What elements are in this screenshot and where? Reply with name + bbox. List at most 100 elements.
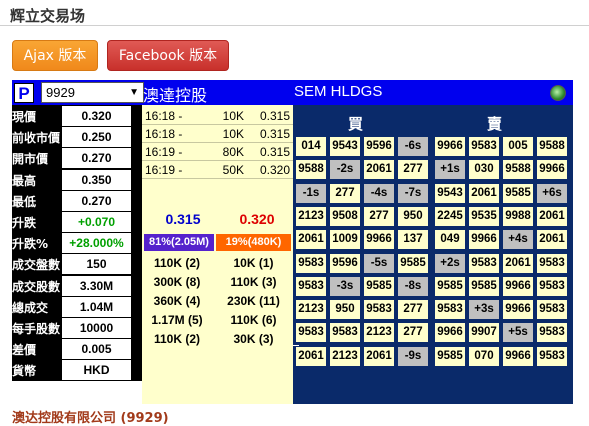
broker-cell: 2061 bbox=[537, 230, 567, 250]
stock-name-english: SEM HLDGS bbox=[294, 83, 383, 100]
queue-bid: 110K (2) bbox=[153, 332, 201, 346]
stat-row: 總成交 1.04M bbox=[12, 296, 142, 318]
stat-label: 總成交 bbox=[12, 300, 49, 315]
broker-cell: 049 bbox=[435, 230, 465, 250]
stat-row: 差價 0.005 bbox=[12, 338, 142, 360]
broker-cell: 9966 bbox=[537, 160, 567, 180]
stat-value: 0.270 bbox=[62, 190, 131, 211]
stock-name-chinese: 澳達控股 bbox=[143, 86, 208, 105]
ask-percent-bar: 19%(480K) bbox=[216, 234, 291, 251]
stats-panel: 現價 0.320 前收市價 0.250 開市價 0.270 最高 0.350 最低 0.270 升跌… bbox=[12, 105, 142, 381]
order-queue-row: 300K (8) 110K (3) bbox=[142, 275, 293, 293]
broker-cell: 9585 bbox=[398, 253, 428, 273]
stat-label: 成交股數 bbox=[12, 279, 61, 294]
chevron-down-icon: ▼ bbox=[129, 87, 139, 98]
stat-row: 最高 0.350 bbox=[12, 169, 142, 191]
stat-value: 0.005 bbox=[62, 339, 131, 360]
broker-cell: 9583 bbox=[537, 253, 567, 273]
stat-value: 0.320 bbox=[62, 106, 131, 126]
tick-time: 16:18 - bbox=[145, 109, 183, 123]
order-queue-row: 110K (2) 10K (1) bbox=[142, 256, 293, 274]
spread-cell: +6s bbox=[537, 183, 567, 203]
broker-cell: 2061 bbox=[364, 160, 394, 180]
broker-queue: 買 賣 014 9543 9596 -6s 9966 9583 005 9588 9588 -2s… bbox=[293, 105, 573, 404]
trade-panel: 0.315 0.320 81%(2.05M) 19%(480K) 16:18 -… bbox=[142, 105, 293, 404]
quote-header-bar: P 9929 ▼ 澳達控股 SEM HLDGS bbox=[12, 80, 573, 105]
queue-ask: 110K (3) bbox=[230, 275, 277, 289]
stat-value: +28.000% bbox=[62, 233, 131, 254]
ask-queue-header: 賣 bbox=[487, 115, 503, 133]
broker-cell: 9583 bbox=[435, 300, 465, 320]
broker-cell: 9583 bbox=[537, 323, 567, 343]
broker-cell: 9585 bbox=[469, 276, 499, 296]
broker-cell: 137 bbox=[398, 230, 428, 250]
broker-cell: 1009 bbox=[330, 230, 360, 250]
title-divider bbox=[0, 25, 589, 26]
spread-cell: -5s bbox=[364, 253, 394, 273]
broker-cell: 9966 bbox=[469, 230, 499, 250]
stat-row: 開市價 0.270 bbox=[12, 147, 142, 169]
spread-cell: -7s bbox=[398, 183, 428, 203]
bid-queue-header: 買 bbox=[348, 115, 364, 133]
bid-price: 0.315 bbox=[165, 211, 201, 227]
queue-bid: 300K (8) bbox=[153, 275, 201, 289]
broker-cell: 9543 bbox=[330, 137, 360, 156]
stat-label: 開市價 bbox=[12, 152, 49, 167]
status-indicator-icon bbox=[550, 85, 566, 101]
tick-price: 0.320 bbox=[259, 163, 290, 177]
broker-cell: 277 bbox=[398, 300, 428, 320]
tick-volume: 10K bbox=[222, 109, 244, 123]
broker-cell: 9588 bbox=[537, 137, 567, 156]
spread-cell: -6s bbox=[398, 137, 428, 156]
broker-cell: 9583 bbox=[469, 137, 499, 156]
stock-code-select[interactable]: 9929 ▼ bbox=[41, 82, 144, 103]
broker-cell: 070 bbox=[469, 346, 499, 366]
broker-cell: 9966 bbox=[435, 137, 465, 156]
broker-cell: 2123 bbox=[364, 323, 394, 343]
stat-label: 前收市價 bbox=[12, 131, 61, 146]
broker-cell: 9596 bbox=[364, 137, 394, 156]
queue-ask: 30K (3) bbox=[233, 332, 274, 346]
facebook-version-button[interactable]: Facebook 版本 bbox=[107, 40, 229, 71]
broker-cell: 277 bbox=[398, 323, 428, 343]
broker-cell: 9543 bbox=[435, 183, 465, 203]
stat-label: 升跌% bbox=[12, 237, 49, 252]
spread-cell: -8s bbox=[398, 276, 428, 296]
broker-cell: 2061 bbox=[469, 183, 499, 203]
spread-cell: -3s bbox=[330, 276, 360, 296]
broker-cell: 9583 bbox=[330, 323, 360, 343]
broker-cell: 2123 bbox=[330, 346, 360, 366]
broker-cell: 9585 bbox=[435, 276, 465, 296]
stat-row: 升跌 +0.070 bbox=[12, 211, 142, 233]
ask-price: 0.320 bbox=[239, 211, 275, 227]
phillip-logo-icon: P bbox=[14, 83, 34, 103]
stat-row: 成交股數 3.30M bbox=[12, 275, 142, 297]
broker-cell: 9966 bbox=[364, 230, 394, 250]
broker-cell: 2061 bbox=[364, 346, 394, 366]
broker-cell: 9583 bbox=[469, 253, 499, 273]
stat-value: 3.30M bbox=[62, 275, 131, 296]
stat-label: 成交盤數 bbox=[12, 258, 61, 273]
broker-cell: 005 bbox=[503, 137, 533, 156]
broker-cell: 950 bbox=[330, 300, 360, 320]
spread-cell: -4s bbox=[364, 183, 394, 203]
broker-cell: 2061 bbox=[296, 346, 326, 366]
tick-price: 0.315 bbox=[259, 109, 290, 123]
stat-label: 貨幣 bbox=[12, 364, 37, 379]
spread-cell: -1s bbox=[296, 183, 326, 203]
stat-row: 前收市價 0.250 bbox=[12, 126, 142, 148]
stat-value: HKD bbox=[62, 360, 131, 381]
broker-cell: 2061 bbox=[537, 206, 567, 226]
queue-ask: 10K (1) bbox=[233, 256, 274, 270]
tick-volume: 50K bbox=[222, 163, 244, 177]
broker-cell: 950 bbox=[398, 206, 428, 226]
broker-cell: 9588 bbox=[296, 160, 326, 180]
ajax-version-button[interactable]: Ajax 版本 bbox=[12, 40, 98, 71]
queue-ask: 110K (6) bbox=[230, 313, 277, 327]
stat-label: 升跌 bbox=[12, 216, 37, 230]
broker-cell: 277 bbox=[398, 160, 428, 180]
broker-cell: 2123 bbox=[296, 206, 326, 226]
trade-tick-row: 16:19 - 80K 0.315 bbox=[142, 143, 293, 161]
queue-bid: 360K (4) bbox=[153, 294, 201, 308]
broker-cell: 9907 bbox=[469, 323, 499, 343]
